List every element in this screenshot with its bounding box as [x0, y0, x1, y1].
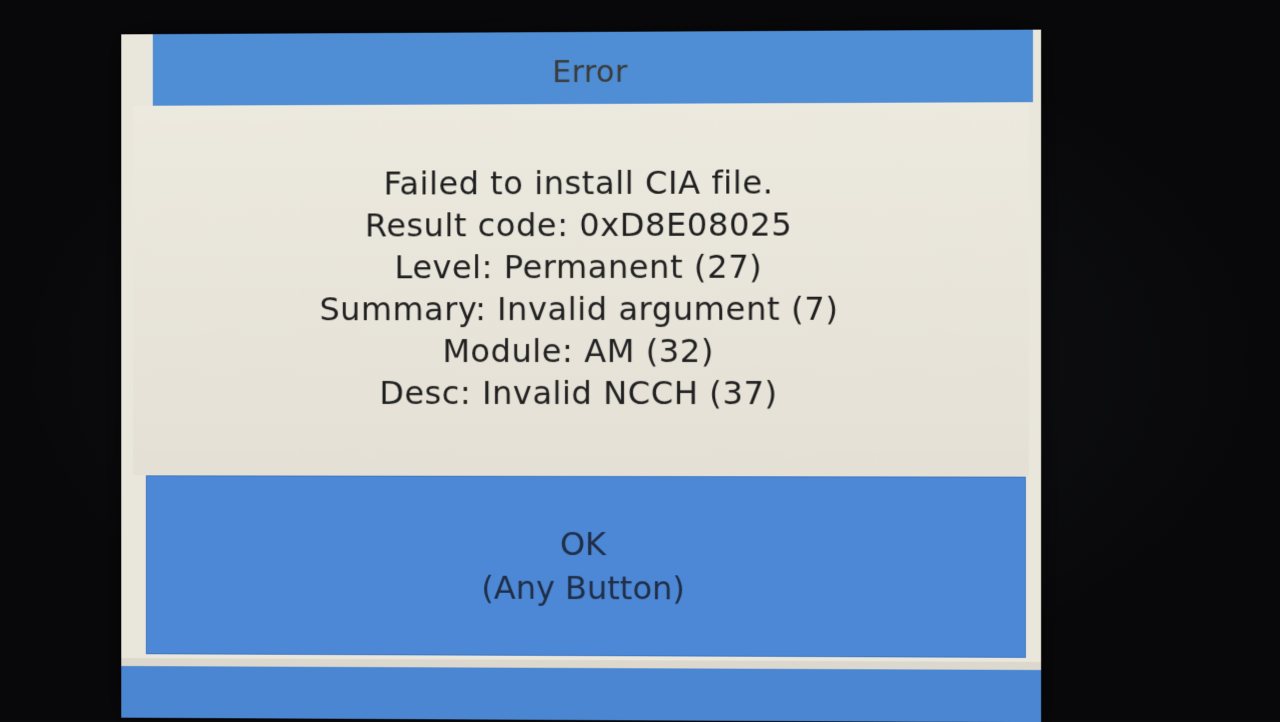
dialog-title: Error	[552, 54, 628, 90]
bottom-bar	[121, 666, 1042, 722]
ok-button-label: OK	[559, 524, 607, 564]
message-line-desc: Desc: Invalid NCCH (37)	[379, 373, 778, 413]
ok-button[interactable]: OK (Any Button)	[145, 475, 1026, 658]
ok-button-sublabel: (Any Button)	[481, 568, 685, 608]
error-dialog-screen: Error Failed to install CIA file. Result…	[121, 29, 1042, 722]
message-line-result-code: Result code: 0xD8E08025	[365, 205, 793, 245]
error-message: Failed to install CIA file. Result code:…	[133, 161, 1029, 415]
message-line-summary: Summary: Invalid argument (7)	[319, 289, 839, 329]
dialog-title-bar: Error	[152, 29, 1033, 106]
message-line-failed: Failed to install CIA file.	[383, 163, 774, 203]
message-line-level: Level: Permanent (27)	[394, 247, 763, 287]
message-line-module: Module: AM (32)	[442, 331, 715, 371]
message-area: Failed to install CIA file. Result code:…	[133, 102, 1029, 477]
